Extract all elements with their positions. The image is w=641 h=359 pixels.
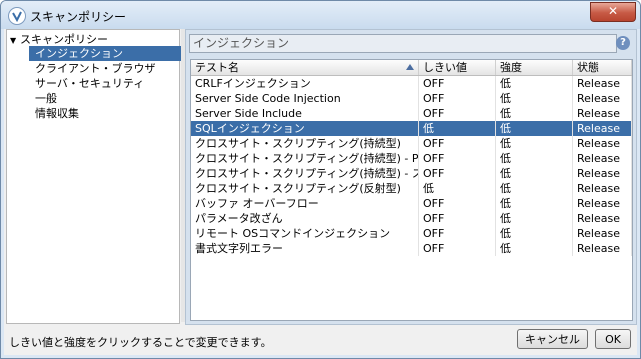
cell-strength[interactable]: 低 (496, 76, 573, 91)
cell-strength[interactable]: 低 (496, 211, 573, 226)
tree-item-server-security[interactable]: サーバ・セキュリティ (35, 76, 144, 91)
table-row[interactable]: Server Side Code Injection OFF 低 Release (191, 91, 632, 106)
category-field[interactable]: インジェクション (189, 34, 617, 53)
tree-root[interactable]: ▼ スキャンポリシー (10, 32, 108, 47)
table-row[interactable]: クロスサイト・スクリプティング(反射型) 低 低 Release (191, 181, 632, 196)
cell-threshold[interactable]: OFF (419, 166, 496, 181)
close-button[interactable]: ✕ (590, 2, 636, 22)
cell-test-name: Server Side Code Injection (191, 91, 419, 106)
tree-item-info-gathering[interactable]: 情報収集 (35, 106, 79, 121)
cell-test-name: バッファ オーバーフロー (191, 196, 419, 211)
cell-threshold[interactable]: OFF (419, 106, 496, 121)
tree-root-label: スキャンポリシー (20, 33, 108, 46)
tree-item-injection[interactable]: インジェクション (29, 46, 183, 61)
help-icon[interactable]: ? (616, 36, 630, 50)
table-row[interactable]: クロスサイト・スクリプティング(持続型) - Pr... OFF 低 Relea… (191, 151, 632, 166)
column-header-threshold[interactable]: しきい値 (419, 60, 496, 75)
cancel-button[interactable]: キャンセル (517, 329, 588, 349)
hint-text: しきい値と強度をクリックすることで変更できます。 (9, 336, 272, 349)
sort-ascending-icon (406, 64, 414, 70)
cell-status: Release (573, 226, 632, 241)
cell-threshold[interactable]: OFF (419, 76, 496, 91)
window-title: スキャンポリシー (30, 10, 127, 24)
cell-strength[interactable]: 低 (496, 91, 573, 106)
cell-status: Release (573, 166, 632, 181)
column-header-status[interactable]: 状態 (573, 60, 632, 75)
policy-tree: ▼ スキャンポリシー インジェクション クライアント・ブラウザ サーバ・セキュリテ… (6, 29, 183, 324)
cell-status: Release (573, 196, 632, 211)
cell-strength[interactable]: 低 (496, 181, 573, 196)
cell-status: Release (573, 211, 632, 226)
table-row-selected[interactable]: SQLインジェクション 低 低 Release (191, 121, 632, 136)
cell-strength[interactable]: 低 (496, 166, 573, 181)
close-icon: ✕ (607, 4, 619, 18)
column-header-strength[interactable]: 強度 (496, 60, 573, 75)
cell-test-name: パラメータ改ざん (191, 211, 419, 226)
cell-test-name: CRLFインジェクション (191, 76, 419, 91)
table-row[interactable]: Server Side Include OFF 低 Release (191, 106, 632, 121)
cell-test-name: SQLインジェクション (191, 121, 419, 136)
cell-threshold[interactable]: OFF (419, 196, 496, 211)
cell-threshold[interactable]: OFF (419, 211, 496, 226)
cell-status: Release (573, 106, 632, 121)
cell-test-name: クロスサイト・スクリプティング(持続型) - Pr... (191, 151, 419, 166)
cell-test-name: クロスサイト・スクリプティング(反射型) (191, 181, 419, 196)
cell-test-name: Server Side Include (191, 106, 419, 121)
cell-strength[interactable]: 低 (496, 121, 573, 136)
app-logo-icon (8, 7, 26, 25)
cell-strength[interactable]: 低 (496, 151, 573, 166)
cell-status: Release (573, 76, 632, 91)
cell-status: Release (573, 91, 632, 106)
cell-strength[interactable]: 低 (496, 136, 573, 151)
table-row[interactable]: CRLFインジェクション OFF 低 Release (191, 76, 632, 91)
table-row[interactable]: クロスサイト・スクリプティング(持続型) OFF 低 Release (191, 136, 632, 151)
cell-test-name: クロスサイト・スクリプティング(持続型) - ス... (191, 166, 419, 181)
ok-button[interactable]: OK (595, 329, 631, 349)
footer-bar: しきい値と強度をクリックすることで変更できます。 キャンセル OK (4, 326, 637, 355)
cell-status: Release (573, 121, 632, 136)
cell-test-name: リモート OSコマンドインジェクション (191, 226, 419, 241)
cell-strength[interactable]: 低 (496, 106, 573, 121)
tree-item-general[interactable]: 一般 (35, 91, 57, 106)
table-row[interactable]: 書式文字列エラー OFF 低 Release (191, 241, 632, 256)
dialog-body: ▼ スキャンポリシー インジェクション クライアント・ブラウザ サーバ・セキュリテ… (4, 29, 637, 355)
cell-strength[interactable]: 低 (496, 241, 573, 256)
cell-threshold[interactable]: OFF (419, 241, 496, 256)
scan-policy-dialog: スキャンポリシー ✕ ▼ スキャンポリシー インジェクション クライアント・ブラウ… (0, 0, 641, 359)
test-panel: インジェクション ? テスト名 しきい値 強度 状態 CRLFインジェクション … (185, 29, 637, 325)
cell-strength[interactable]: 低 (496, 196, 573, 211)
tree-item-client-browser[interactable]: クライアント・ブラウザ (35, 61, 156, 76)
cell-status: Release (573, 151, 632, 166)
table-row[interactable]: クロスサイト・スクリプティング(持続型) - ス... OFF 低 Releas… (191, 166, 632, 181)
test-table: テスト名 しきい値 強度 状態 CRLFインジェクション OFF 低 Relea… (190, 59, 633, 321)
cell-test-name: 書式文字列エラー (191, 241, 419, 256)
title-bar[interactable]: スキャンポリシー ✕ (1, 1, 640, 29)
cell-status: Release (573, 136, 632, 151)
table-row[interactable]: リモート OSコマンドインジェクション OFF 低 Release (191, 226, 632, 241)
cell-threshold[interactable]: OFF (419, 91, 496, 106)
column-header-name[interactable]: テスト名 (191, 60, 419, 75)
expand-arrow-icon[interactable]: ▼ (10, 33, 20, 48)
cell-strength[interactable]: 低 (496, 226, 573, 241)
cell-status: Release (573, 241, 632, 256)
table-row[interactable]: パラメータ改ざん OFF 低 Release (191, 211, 632, 226)
column-header-name-label: テスト名 (195, 61, 239, 74)
table-header: テスト名 しきい値 強度 状態 (191, 60, 632, 76)
cell-threshold[interactable]: OFF (419, 136, 496, 151)
cell-status: Release (573, 181, 632, 196)
cell-test-name: クロスサイト・スクリプティング(持続型) (191, 136, 419, 151)
cell-threshold[interactable]: OFF (419, 226, 496, 241)
cell-threshold[interactable]: 低 (419, 121, 496, 136)
cell-threshold[interactable]: OFF (419, 151, 496, 166)
cell-threshold[interactable]: 低 (419, 181, 496, 196)
table-row[interactable]: バッファ オーバーフロー OFF 低 Release (191, 196, 632, 211)
